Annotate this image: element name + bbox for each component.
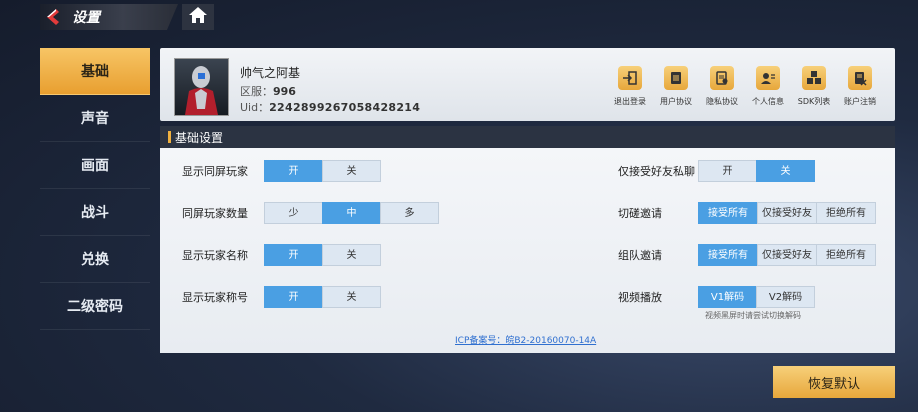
show-player-title-label: 显示玩家称号 bbox=[182, 291, 248, 304]
show-same-screen-toggle: 开 关 bbox=[264, 160, 381, 182]
profile-actions: 退出登录 用户协议 隐私协议 个人信息 SDK列表 账户注销 bbox=[609, 66, 881, 107]
show-player-name-label: 显示玩家名称 bbox=[182, 249, 248, 262]
sidebar: 基础 声音 画面 战斗 兑换 二级密码 bbox=[40, 48, 150, 330]
show-same-screen-on[interactable]: 开 bbox=[264, 160, 323, 182]
avatar bbox=[174, 58, 229, 116]
team-invite-accept-all[interactable]: 接受所有 bbox=[698, 244, 758, 266]
show-same-screen-label: 显示同屏玩家 bbox=[182, 165, 248, 178]
spar-invite-reject-all[interactable]: 拒绝所有 bbox=[816, 202, 876, 224]
cubes-icon bbox=[802, 66, 826, 90]
show-player-name-toggle: 开 关 bbox=[264, 244, 381, 266]
back-button[interactable]: 设置 bbox=[40, 4, 178, 30]
uid-value: 2242899267058428214 bbox=[269, 101, 421, 114]
user-agreement-label: 用户协议 bbox=[660, 97, 692, 106]
same-screen-count-low[interactable]: 少 bbox=[264, 202, 323, 224]
settings-panel: 帅气之阿基 区服：996 Uid：2242899267058428214 退出登… bbox=[160, 48, 895, 353]
privacy-doc-icon bbox=[710, 66, 734, 90]
friends-only-chat-off[interactable]: 关 bbox=[756, 160, 815, 182]
account-delete-label: 账户注销 bbox=[844, 97, 876, 106]
same-screen-count-medium[interactable]: 中 bbox=[322, 202, 381, 224]
video-decoder-v1[interactable]: V1解码 bbox=[698, 286, 757, 308]
section-header: 基础设置 bbox=[160, 126, 895, 148]
user-agreement-button[interactable]: 用户协议 bbox=[655, 66, 697, 107]
sidebar-item-secondary-password[interactable]: 二级密码 bbox=[40, 283, 150, 330]
sdk-list-label: SDK列表 bbox=[797, 97, 831, 106]
team-invite-friends-only[interactable]: 仅接受好友 bbox=[757, 244, 817, 266]
same-screen-count-high[interactable]: 多 bbox=[380, 202, 439, 224]
friends-only-chat-toggle: 开 关 bbox=[698, 160, 815, 182]
video-decoder-selector: V1解码 V2解码 bbox=[698, 286, 815, 308]
settings-body: 显示同屏玩家 开 关 同屏玩家数量 少 中 多 显示玩家名称 开 关 显示玩家称… bbox=[160, 148, 895, 353]
page-title: 设置 bbox=[72, 10, 100, 26]
logout-label: 退出登录 bbox=[614, 97, 646, 106]
icp-link[interactable]: ICP备案号：皖B2-20160070-14A bbox=[455, 333, 596, 346]
sidebar-item-sound[interactable]: 声音 bbox=[40, 95, 150, 142]
sidebar-item-combat[interactable]: 战斗 bbox=[40, 189, 150, 236]
sidebar-item-graphics[interactable]: 画面 bbox=[40, 142, 150, 189]
video-decoder-v2[interactable]: V2解码 bbox=[756, 286, 815, 308]
spar-invite-friends-only[interactable]: 仅接受好友 bbox=[757, 202, 817, 224]
spar-invite-accept-all[interactable]: 接受所有 bbox=[698, 202, 758, 224]
video-play-label: 视频播放 bbox=[618, 291, 662, 304]
show-player-name-on[interactable]: 开 bbox=[264, 244, 323, 266]
player-name: 帅气之阿基 bbox=[240, 66, 301, 80]
privacy-agreement-button[interactable]: 隐私协议 bbox=[701, 66, 743, 107]
personal-info-button[interactable]: 个人信息 bbox=[747, 66, 789, 107]
spar-invite-label: 切磋邀请 bbox=[618, 207, 662, 220]
sidebar-item-basic[interactable]: 基础 bbox=[40, 48, 150, 95]
same-screen-count-label: 同屏玩家数量 bbox=[182, 207, 248, 220]
restore-defaults-button[interactable]: 恢复默认 bbox=[773, 366, 895, 398]
team-invite-reject-all[interactable]: 拒绝所有 bbox=[816, 244, 876, 266]
same-screen-count-selector: 少 中 多 bbox=[264, 202, 439, 224]
logout-button[interactable]: 退出登录 bbox=[609, 66, 651, 107]
server-info: 区服：996 bbox=[240, 83, 296, 99]
home-button[interactable] bbox=[182, 4, 214, 30]
section-accent-bar bbox=[168, 131, 171, 143]
logout-icon bbox=[618, 66, 642, 90]
video-decoder-hint: 视频黑屏时请尝试切换解码 bbox=[705, 311, 801, 320]
sdk-list-button[interactable]: SDK列表 bbox=[793, 66, 835, 107]
show-player-name-off[interactable]: 关 bbox=[322, 244, 381, 266]
personal-info-label: 个人信息 bbox=[752, 97, 784, 106]
show-player-title-toggle: 开 关 bbox=[264, 286, 381, 308]
team-invite-selector: 接受所有 仅接受好友 拒绝所有 bbox=[698, 244, 876, 266]
sidebar-item-redeem[interactable]: 兑换 bbox=[40, 236, 150, 283]
account-delete-button[interactable]: 账户注销 bbox=[839, 66, 881, 107]
document-icon bbox=[664, 66, 688, 90]
home-icon bbox=[188, 6, 208, 28]
top-bar: 设置 bbox=[0, 0, 918, 38]
privacy-agreement-label: 隐私协议 bbox=[706, 97, 738, 106]
uid-label: Uid： bbox=[240, 101, 270, 114]
spar-invite-selector: 接受所有 仅接受好友 拒绝所有 bbox=[698, 202, 876, 224]
delete-doc-icon bbox=[848, 66, 872, 90]
team-invite-label: 组队邀请 bbox=[618, 249, 662, 262]
person-card-icon bbox=[756, 66, 780, 90]
show-same-screen-off[interactable]: 关 bbox=[322, 160, 381, 182]
uid-info: Uid：2242899267058428214 bbox=[240, 99, 420, 115]
friends-only-chat-label: 仅接受好友私聊 bbox=[618, 165, 695, 178]
show-player-title-off[interactable]: 关 bbox=[322, 286, 381, 308]
profile-card: 帅气之阿基 区服：996 Uid：2242899267058428214 退出登… bbox=[160, 48, 895, 121]
server-label: 区服： bbox=[240, 85, 273, 98]
show-player-title-on[interactable]: 开 bbox=[264, 286, 323, 308]
back-arrow-icon bbox=[40, 4, 66, 30]
section-title: 基础设置 bbox=[175, 130, 224, 145]
server-value: 996 bbox=[273, 85, 296, 98]
friends-only-chat-on[interactable]: 开 bbox=[698, 160, 757, 182]
